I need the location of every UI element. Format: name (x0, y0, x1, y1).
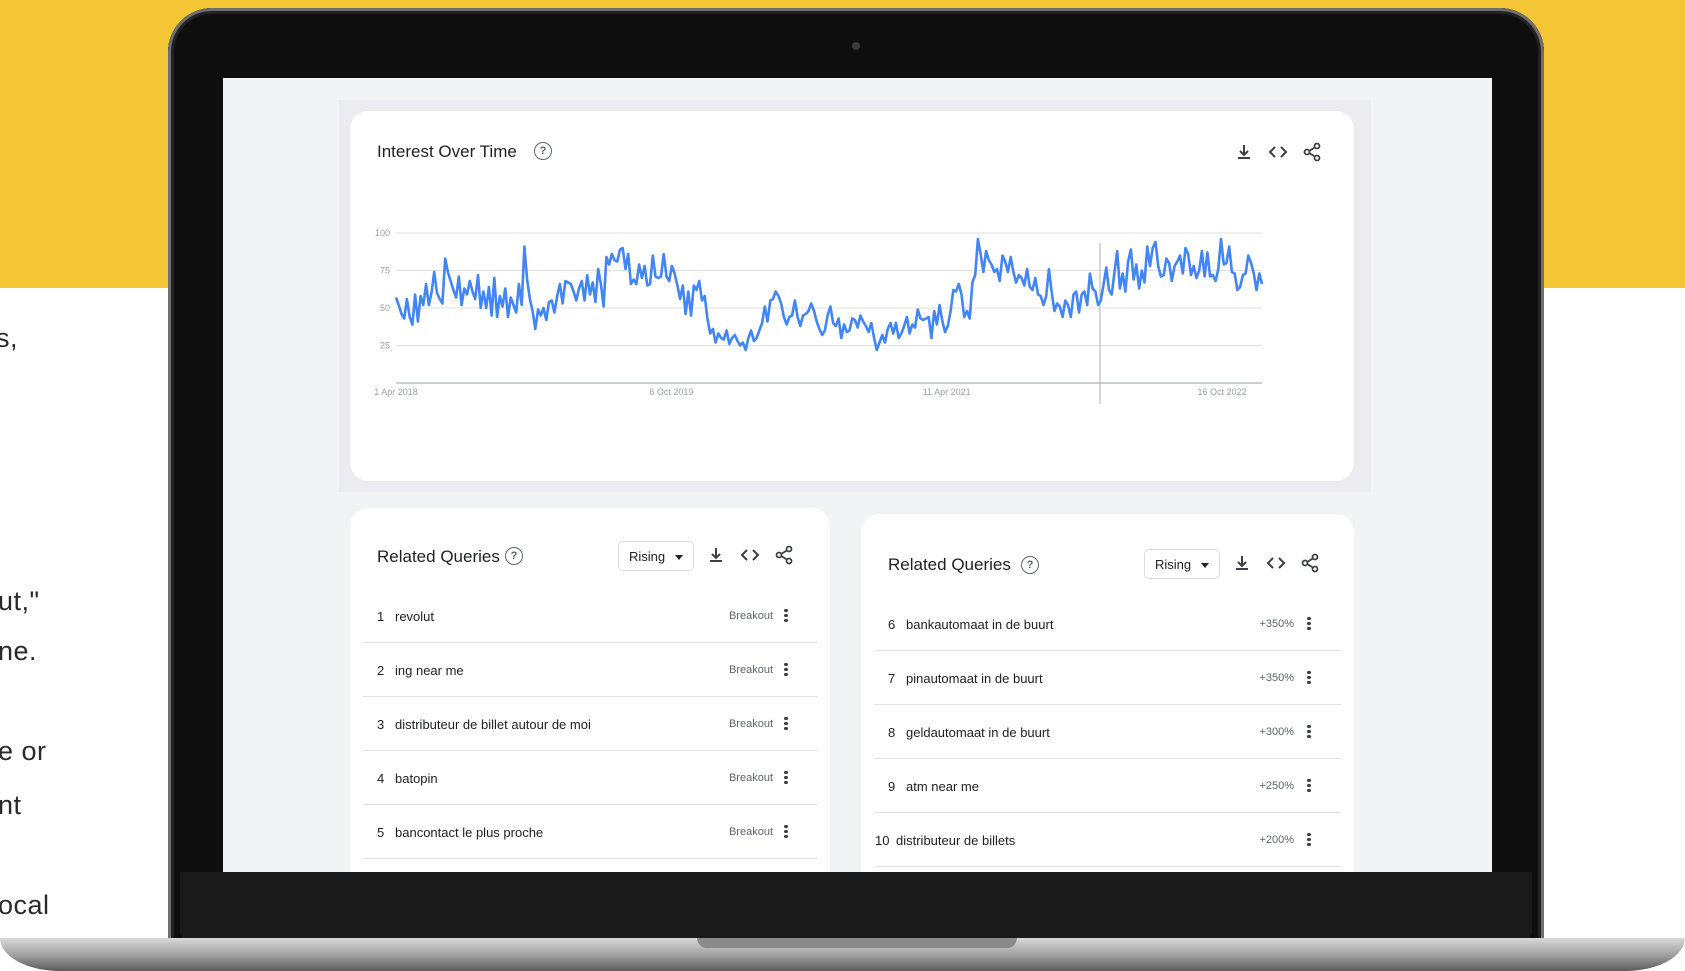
interest-over-time-card: Interest Over Time ? 100 75 50 25 1 Apr 201… (350, 111, 1354, 481)
y-tick-label: 100 (375, 228, 390, 238)
y-tick-label: 25 (380, 341, 390, 351)
x-tick-label: 11 Apr 2021 (923, 387, 971, 397)
more-vert-icon[interactable] (781, 715, 791, 733)
list-item[interactable]: 5 bancontact le plus proche Breakout (363, 805, 817, 859)
list-item[interactable]: 8 geldautomaat in de buurt +300% (874, 705, 1341, 759)
more-vert-icon[interactable] (1304, 831, 1314, 849)
share-icon[interactable] (773, 544, 795, 566)
webcam-icon (852, 42, 860, 50)
more-vert-icon[interactable] (1304, 723, 1314, 741)
share-icon[interactable] (1299, 552, 1321, 574)
caret-down-icon (1201, 563, 1209, 568)
list-item[interactable]: 6 bankautomaat in de buurt +350% (874, 597, 1341, 651)
series-line (394, 237, 1264, 352)
screen: Interest Over Time ? 100 75 50 25 1 Apr 201… (223, 78, 1492, 872)
help-circle-icon[interactable]: ? (505, 547, 523, 565)
side-text-line: ocal (0, 890, 50, 920)
card-title: Related Queries (377, 547, 500, 566)
embed-code-icon[interactable] (1265, 552, 1287, 574)
more-vert-icon[interactable] (1304, 615, 1314, 633)
list-item[interactable]: 10 distributeur de billets +200% (874, 813, 1341, 867)
more-vert-icon[interactable] (781, 661, 791, 679)
list-item[interactable]: 3 distributeur de billet autour de moi B… (363, 697, 817, 751)
related-queries-card-left: Related Queries ? Rising 1 revolut Break… (350, 508, 830, 872)
related-queries-card-right: Related Queries ? Rising 6 bankautomaat … (861, 514, 1354, 872)
y-tick-label: 75 (380, 266, 390, 276)
download-icon[interactable] (1231, 552, 1253, 574)
laptop-bottom-bezel (180, 872, 1532, 938)
list-item[interactable]: 9 atm near me +250% (874, 759, 1341, 813)
list-item[interactable]: 4 batopin Breakout (363, 751, 817, 805)
list-item[interactable]: 1 revolut Breakout (363, 589, 817, 643)
x-tick-label: 6 Oct 2019 (649, 387, 693, 397)
help-circle-icon[interactable]: ? (1021, 556, 1039, 574)
y-tick-label: 50 (380, 303, 390, 313)
side-text-line: s, (0, 323, 19, 353)
rising-dropdown[interactable]: Rising (1144, 549, 1220, 579)
more-vert-icon[interactable] (1304, 777, 1314, 795)
side-text-line: ut," (0, 586, 40, 616)
rising-dropdown[interactable]: Rising (618, 541, 694, 571)
interest-chart: 100 75 50 25 1 Apr 2018 6 Oct 2019 11 Apr 202… (374, 228, 1264, 404)
list-item[interactable]: 2 ing near me Breakout (363, 643, 817, 697)
caret-down-icon (675, 555, 683, 560)
embed-code-icon[interactable] (739, 544, 761, 566)
x-tick-label: 1 Apr 2018 (374, 387, 418, 397)
card-title: Related Queries (888, 555, 1011, 574)
more-vert-icon[interactable] (781, 607, 791, 625)
side-text-line: ne. (0, 636, 38, 666)
laptop-hinge-notch (697, 938, 1017, 948)
side-text-line: e or (0, 736, 47, 766)
more-vert-icon[interactable] (781, 823, 791, 841)
download-icon[interactable] (705, 544, 727, 566)
side-text-line: nt (0, 790, 22, 820)
x-tick-label: 16 Oct 2022 (1197, 387, 1246, 397)
list-item[interactable]: 7 pinautomaat in de buurt +350% (874, 651, 1341, 705)
more-vert-icon[interactable] (1304, 669, 1314, 687)
more-vert-icon[interactable] (781, 769, 791, 787)
